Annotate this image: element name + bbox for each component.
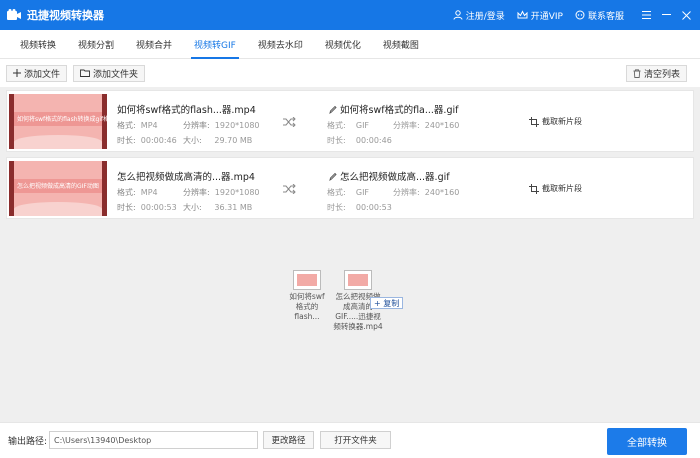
output-format: 格式: GIF <box>327 121 370 130</box>
convert-arrow-icon <box>283 183 296 197</box>
source-file-name: 怎么把视频做成高清的...器.mp4 <box>117 172 255 183</box>
thumbnail-text: 怎么把视频做成高清的GIF动图 <box>17 183 99 190</box>
support-link[interactable]: 联系客服 <box>575 9 624 22</box>
bottom-bar: 输出路径: 更改路径 打开文件夹 全部转换 <box>0 422 700 458</box>
drag-ghost-file-1: 如何将swf格式的flash... <box>287 270 327 322</box>
output-duration: 时长: 00:00:53 <box>327 203 392 212</box>
output-duration: 时长: 00:00:46 <box>327 136 392 145</box>
app-logo-icon <box>7 9 21 21</box>
support-icon <box>575 10 585 20</box>
minimize-icon <box>661 14 671 15</box>
source-resolution: 分辨率: 1920*1080 <box>183 188 260 197</box>
change-path-button[interactable]: 更改路径 <box>263 431 314 449</box>
crop-icon <box>529 116 539 127</box>
drag-file-thumbnail <box>344 270 372 290</box>
vip-label: 开通VIP <box>530 11 563 22</box>
add-file-label: 添加文件 <box>24 69 61 80</box>
source-size: 大小: 29.70 MB <box>183 136 253 145</box>
folder-icon <box>80 69 90 77</box>
support-label: 联系客服 <box>587 11 624 22</box>
source-duration: 时长: 00:00:46 <box>117 136 177 145</box>
output-format: 格式: GIF <box>327 188 370 197</box>
tab-video-split[interactable]: 视频分割 <box>67 30 125 58</box>
app-title: 迅捷视频转换器 <box>27 9 104 22</box>
add-file-button[interactable]: 添加文件 <box>6 64 68 82</box>
source-size: 大小: 36.31 MB <box>183 203 253 212</box>
convert-arrow-icon <box>283 116 296 130</box>
tab-video-optimize[interactable]: 视频优化 <box>314 30 372 58</box>
tab-video-merge[interactable]: 视频合并 <box>125 30 183 58</box>
add-folder-button[interactable]: 添加文件夹 <box>73 64 146 82</box>
output-path-input[interactable] <box>49 431 258 449</box>
minimize-button[interactable] <box>656 0 676 30</box>
title-bar: 迅捷视频转换器 注册/登录 开通VIP 联系客服 <box>0 0 700 30</box>
user-icon <box>453 10 463 20</box>
tab-remove-watermark[interactable]: 视频去水印 <box>247 30 314 58</box>
source-resolution: 分辨率: 1920*1080 <box>183 121 260 130</box>
tab-video-convert[interactable]: 视频转换 <box>9 30 67 58</box>
copy-tooltip: + 复制 <box>370 297 404 309</box>
source-file-name: 如何将swf格式的flash...器.mp4 <box>117 105 256 116</box>
tab-video-to-gif[interactable]: 视频转GIF <box>183 30 247 59</box>
output-path-label: 输出路径: <box>8 437 48 447</box>
clear-list-button[interactable]: 清空列表 <box>625 64 687 82</box>
open-folder-button[interactable]: 打开文件夹 <box>320 431 391 449</box>
crop-icon <box>529 183 539 194</box>
file-row[interactable]: 如何将swf格式的flash转换成gif格式 如何将swf格式的flash...… <box>6 90 694 152</box>
tab-video-screenshot[interactable]: 视频截图 <box>372 30 430 58</box>
drag-file-thumbnail <box>293 270 321 290</box>
source-format: 格式: MP4 <box>117 188 158 197</box>
drag-file-label: 如何将swf格式的flash... <box>289 292 325 321</box>
function-tabs: 视频转换 视频分割 视频合并 视频转GIF 视频去水印 视频优化 视频截图 <box>0 30 700 59</box>
close-button[interactable] <box>676 0 696 30</box>
video-thumbnail: 怎么把视频做成高清的GIF动图 <box>9 161 107 216</box>
vip-link[interactable]: 开通VIP <box>517 9 563 22</box>
file-list-area: 如何将swf格式的flash转换成gif格式 如何将swf格式的flash...… <box>0 87 700 422</box>
source-format: 格式: MP4 <box>117 121 158 130</box>
edit-pencil-icon <box>329 105 337 114</box>
thumbnail-text: 如何将swf格式的flash转换成gif格式 <box>17 116 107 123</box>
output-resolution: 分辨率: 240*160 <box>393 121 460 130</box>
clip-segment-button[interactable]: 截取新片段 <box>529 116 582 127</box>
output-file-name[interactable]: 如何将swf格式的fla...器.gif <box>329 102 458 116</box>
video-thumbnail: 如何将swf格式的flash转换成gif格式 <box>9 94 107 149</box>
toolbar: 添加文件 添加文件夹 清空列表 <box>0 59 700 87</box>
output-file-name[interactable]: 怎么把视频做成高...器.gif <box>329 169 450 183</box>
edit-pencil-icon <box>329 172 337 181</box>
vip-crown-icon <box>517 10 528 19</box>
convert-all-button[interactable]: 全部转换 <box>607 428 687 455</box>
clip-segment-button[interactable]: 截取新片段 <box>529 183 582 194</box>
login-link[interactable]: 注册/登录 <box>453 9 505 22</box>
add-folder-label: 添加文件夹 <box>93 69 139 80</box>
source-duration: 时长: 00:00:53 <box>117 203 177 212</box>
login-label: 注册/登录 <box>465 11 505 22</box>
output-resolution: 分辨率: 240*160 <box>393 188 460 197</box>
plus-icon <box>13 69 21 77</box>
trash-icon <box>633 68 641 78</box>
close-icon <box>681 10 691 20</box>
menu-button[interactable] <box>636 0 656 30</box>
menu-icon <box>641 11 651 19</box>
file-row[interactable]: 怎么把视频做成高清的GIF动图 怎么把视频做成高清的...器.mp4 格式: M… <box>6 157 694 219</box>
clear-list-label: 清空列表 <box>643 69 680 80</box>
